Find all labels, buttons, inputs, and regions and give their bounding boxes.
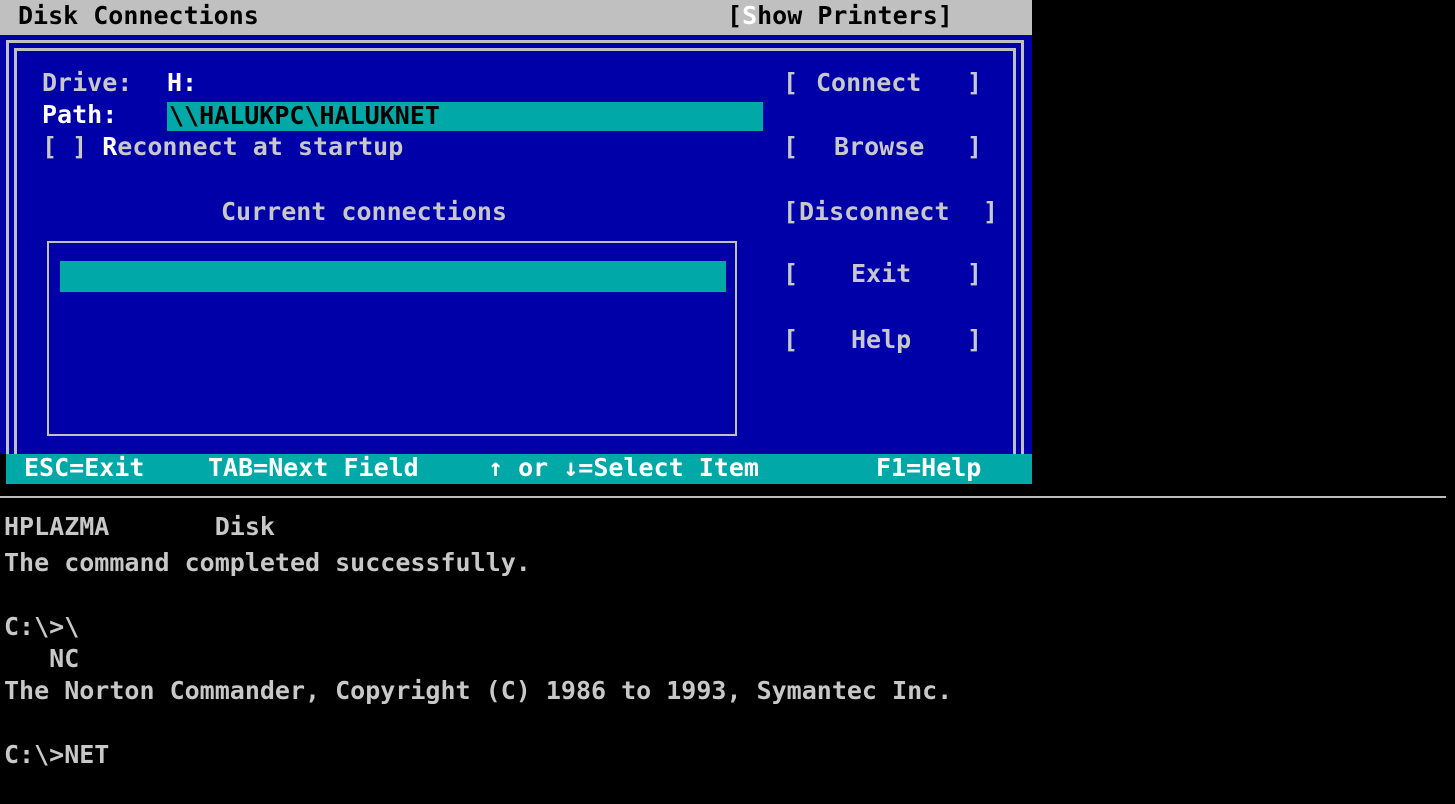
bracket-close: ] bbox=[967, 68, 983, 97]
console-line: C:\>\ bbox=[4, 612, 80, 641]
disconnect-button[interactable]: [ bbox=[783, 197, 798, 227]
drive-value[interactable]: H: bbox=[167, 68, 197, 98]
status-f1: F1=Help bbox=[876, 453, 982, 482]
status-bar: ESC=Exit TAB=Next Field ↑ or ↓=Select It… bbox=[6, 453, 1032, 484]
reconnect-checkbox[interactable]: [ ] Reconnect at startup bbox=[42, 132, 403, 162]
help-button[interactable]: [ bbox=[783, 325, 798, 355]
path-input[interactable]: \\HALUKPC\HALUKNET bbox=[167, 101, 763, 131]
exit-button[interactable]: [ bbox=[783, 259, 798, 289]
help-button-label[interactable]: Help bbox=[851, 325, 911, 355]
exit-button-label[interactable]: Exit bbox=[851, 259, 911, 289]
bracket-close: ] bbox=[967, 132, 983, 161]
hotkey-letter: R bbox=[102, 132, 118, 161]
console-line: The Norton Commander, Copyright (C) 1986… bbox=[4, 676, 953, 705]
bracket-close: ] bbox=[983, 197, 999, 226]
reconnect-label: econnect at startup bbox=[117, 132, 404, 161]
drive-label: Drive: bbox=[42, 68, 133, 97]
bracket-open: [ bbox=[783, 68, 799, 97]
disconnect-button-label[interactable]: Disconnect bbox=[799, 197, 950, 227]
title-bar: Disk Connections [Show Printers] bbox=[0, 0, 1032, 35]
browse-button-label[interactable]: Browse bbox=[834, 132, 924, 162]
console-line: HPLAZMA Disk bbox=[4, 512, 275, 541]
status-esc: ESC=Exit bbox=[24, 453, 145, 482]
status-tab: TAB=Next Field bbox=[208, 453, 419, 482]
show-printers-button[interactable]: [Show Printers] bbox=[727, 1, 953, 31]
disk-connections-dialog: Drive: H: Path: \\HALUKPC\HALUKNET [ ] R… bbox=[0, 35, 1032, 460]
path-label: Path: bbox=[42, 100, 118, 129]
connect-button-label[interactable]: Connect bbox=[816, 68, 921, 98]
hotkey-letter: S bbox=[742, 1, 758, 30]
window-title: Disk Connections bbox=[18, 1, 259, 30]
bracket-close: ] bbox=[967, 259, 983, 288]
console-line: NC bbox=[4, 644, 80, 673]
browse-button[interactable]: [ bbox=[783, 132, 798, 162]
current-connections-label: Current connections bbox=[221, 197, 507, 226]
console-prompt[interactable]: C:\>NET bbox=[4, 740, 109, 770]
path-input-value: \\HALUKPC\HALUKNET bbox=[169, 101, 440, 130]
bracket-close: ] bbox=[967, 325, 983, 354]
checkbox-box: [ ] bbox=[42, 132, 88, 161]
console-line: The command completed successfully. bbox=[4, 548, 531, 577]
divider-line bbox=[0, 496, 1446, 498]
bracket-open: [ bbox=[727, 1, 743, 30]
show-printers-label: how Printers] bbox=[757, 1, 953, 30]
list-selection-highlight[interactable] bbox=[60, 261, 726, 292]
connect-button[interactable]: [ bbox=[783, 68, 798, 98]
status-arrows: ↑ or ↓=Select Item bbox=[488, 453, 759, 482]
